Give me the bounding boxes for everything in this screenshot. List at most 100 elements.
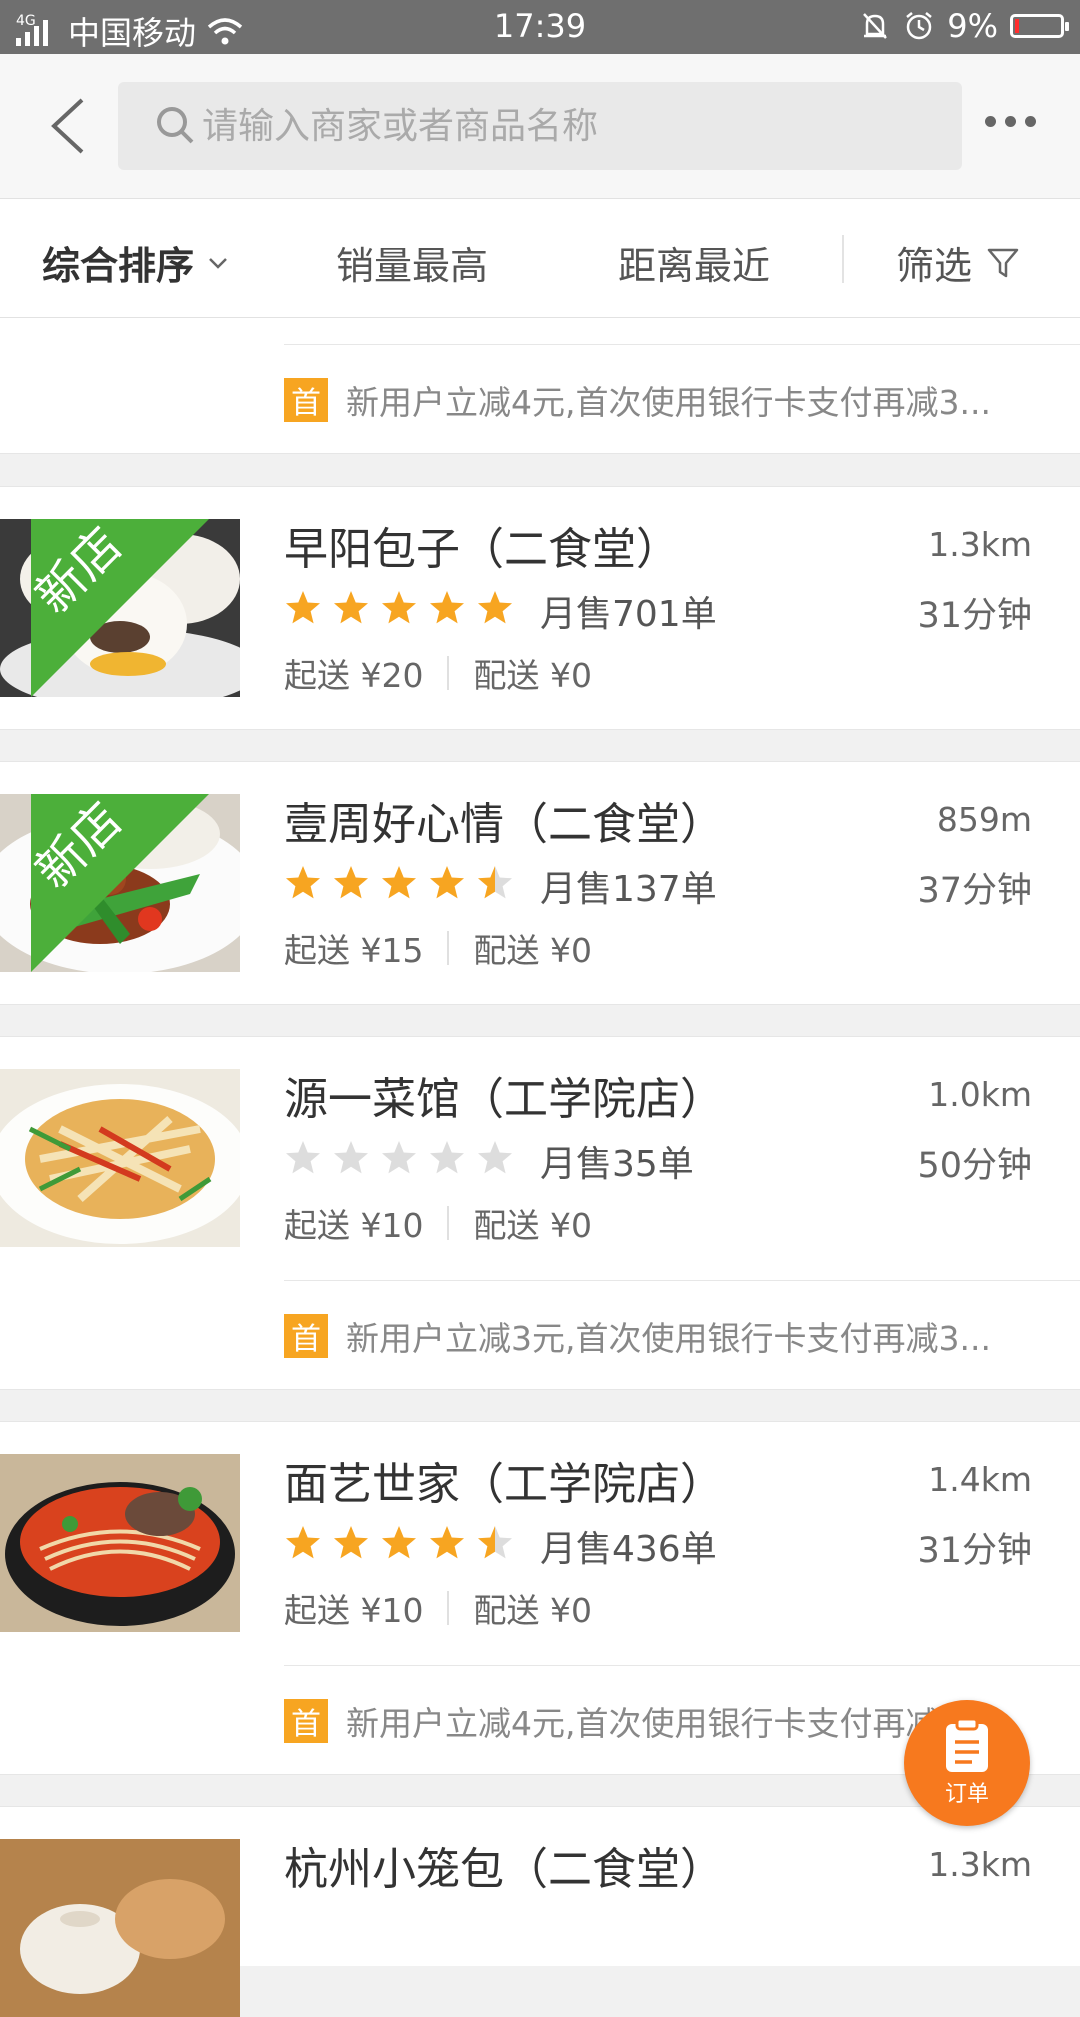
shop-name: 早阳包子（二食堂） [284,524,680,575]
shop-card-partial[interactable]: 首 新用户立减4元,首次使用银行卡支付再减3... [0,318,1080,454]
fee-row: 起送 ¥20 配送 ¥0 [284,649,592,697]
star-full-icon [286,1526,320,1559]
delivery-fee: 配送 ¥0 [473,656,592,695]
delivery-time: 50分钟 [917,1146,1032,1186]
distance: 1.3km [928,1845,1032,1884]
monthly-sales: 月售137单 [540,869,717,910]
rating-stars [284,864,514,902]
star-full-icon [286,591,320,624]
shop-thumbnail: 新店 [0,519,240,697]
fee-divider [447,1206,450,1240]
sort-distance-tab[interactable]: 距离最近 [618,235,770,290]
new-shop-tag: 新店 [25,794,209,972]
min-order: 起送 ¥20 [284,656,424,695]
star-full-icon [334,1526,368,1559]
shop-thumbnail [0,1454,240,1632]
monthly-sales: 月售436单 [540,1529,717,1570]
delivery-fee: 配送 ¥0 [473,1591,592,1630]
shop-thumbnail [0,1839,240,2017]
star-half-icon [478,1526,512,1559]
promo-row: 首 新用户立减4元,首次使用银行卡支付再减3... [284,344,1080,455]
shop-name: 面艺世家（工学院店） [284,1459,724,1510]
orders-fab-button[interactable]: 订单 [904,1700,1030,1826]
promo-text: 新用户立减3元,首次使用银行卡支付再减3... [346,1319,991,1358]
delivery-fee: 配送 ¥0 [473,931,592,970]
star-full-icon [382,866,416,899]
back-button[interactable] [44,94,94,158]
fee-divider [447,1591,450,1625]
more-dot-icon [1005,116,1016,127]
search-input[interactable] [200,104,944,148]
new-shop-tag: 新店 [25,519,209,697]
status-bar: 4G 中国移动 17:39 9% [0,0,1080,54]
more-button[interactable] [985,116,1036,127]
star-half-icon [478,866,512,899]
shop-name: 源一菜馆（工学院店） [284,1074,724,1125]
star-full-icon [430,591,464,624]
delivery-time: 37分钟 [917,871,1032,911]
star-full-icon [286,866,320,899]
star-full-icon [478,591,512,624]
distance: 859m [936,800,1032,839]
more-dot-icon [985,116,996,127]
search-bar[interactable] [118,82,962,170]
shop-card[interactable]: 源一菜馆（工学院店） 月售35单 1.0km 50分钟 起送 ¥10 配送 ¥0… [0,1036,1080,1390]
promo-row: 首 新用户立减3元,首次使用银行卡支付再减3... [284,1280,1080,1391]
orders-fab-label: 订单 [944,1782,989,1807]
first-order-badge: 首 [284,1314,328,1358]
delivery-time: 31分钟 [917,1531,1032,1571]
min-order: 起送 ¥10 [284,1206,424,1245]
sort-sales-label: 销量最高 [336,244,489,288]
rating-stars [284,1524,514,1562]
back-arrow-icon [51,98,84,154]
fee-row: 起送 ¥15 配送 ¥0 [284,924,592,972]
min-order: 起送 ¥10 [284,1591,424,1630]
distance: 1.0km [928,1075,1032,1114]
star-empty-icon [430,1141,464,1174]
delivery-fee: 配送 ¥0 [473,1206,592,1245]
delivery-time: 31分钟 [917,596,1032,636]
distance: 1.3km [928,525,1032,564]
star-full-icon [382,1526,416,1559]
first-order-badge: 首 [284,1699,328,1743]
shop-card[interactable]: 新店 壹周好心情（二食堂） 月售137单 859m 37分钟 起送 ¥15 配送… [0,761,1080,1005]
filter-button[interactable]: 筛选 [896,235,1020,290]
battery-percent: 9% [947,7,998,45]
sort-sales-tab[interactable]: 销量最高 [336,235,488,290]
more-dot-icon [1025,116,1036,127]
silent-bell-icon [863,13,888,39]
star-empty-icon [478,1141,512,1174]
promo-text: 新用户立减4元,首次使用银行卡支付再减3... [346,383,991,422]
min-order: 起送 ¥15 [284,931,424,970]
shop-card[interactable]: 新店 早阳包子（二食堂） 月售701单 1.3km 31分钟 起送 ¥20 配送… [0,486,1080,730]
battery-icon [1010,14,1069,38]
shop-thumbnail: 新店 [0,794,240,972]
sort-comprehensive-tab[interactable]: 综合排序 [42,235,228,290]
monthly-sales: 月售35单 [540,1144,694,1185]
fee-divider [447,931,450,965]
header [0,54,1080,198]
clipboard-icon [946,1718,988,1772]
first-order-badge: 首 [284,378,328,422]
shop-thumbnail [0,1069,240,1247]
shop-card[interactable]: 杭州小笼包（二食堂） 1.3km [0,1806,1080,2017]
sort-bar: 综合排序 销量最高 距离最近 筛选 [0,198,1080,318]
sort-comprehensive-label: 综合排序 [42,244,195,288]
filter-label: 筛选 [896,244,973,288]
search-icon [157,107,194,144]
rating-stars [284,1139,514,1177]
shop-name: 壹周好心情（二食堂） [284,799,724,850]
filter-funnel-icon [987,248,1019,277]
sort-distance-label: 距离最近 [618,244,771,288]
star-empty-icon [334,1141,368,1174]
fee-row: 起送 ¥10 配送 ¥0 [284,1199,592,1247]
alarm-icon [906,12,933,40]
star-empty-icon [382,1141,416,1174]
rating-stars [284,589,514,627]
fee-divider [447,656,450,690]
sort-divider [842,235,844,283]
monthly-sales: 月售701单 [540,594,717,635]
star-empty-icon [286,1141,320,1174]
star-full-icon [334,866,368,899]
distance: 1.4km [928,1460,1032,1499]
